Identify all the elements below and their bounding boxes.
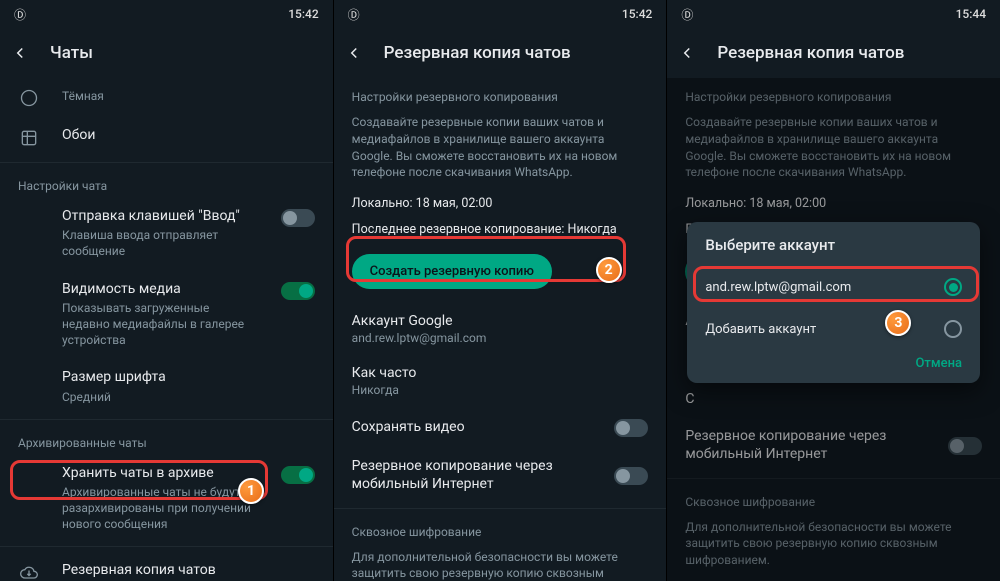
toggle-save-video[interactable] <box>614 419 648 437</box>
screen-dialog: Ⓓ 15:44 Резервная копия чатов Настройки … <box>667 0 1000 581</box>
section-backup-settings: Настройки резервного копирования <box>334 78 667 108</box>
wallpaper-icon <box>18 126 40 148</box>
row-backup[interactable]: Резервная копия чатов <box>0 551 333 581</box>
toggle-media-visibility[interactable] <box>281 282 315 300</box>
dialog-title: Выберите аккаунт <box>687 236 980 266</box>
local-info: Локально: 18 мая, 02:00 <box>334 187 667 219</box>
row-cellular-backup[interactable]: Резервное копирование через мобильный Ин… <box>334 447 667 503</box>
carrier-icon: Ⓓ <box>348 6 360 23</box>
row-theme[interactable]: Тёмная <box>0 78 333 116</box>
toggle-enter-send[interactable] <box>281 209 315 227</box>
account-option[interactable]: and.rew.lptw@gmail.com <box>687 266 980 308</box>
cloud-icon <box>18 561 40 581</box>
row-save-video[interactable]: Сохранять видео <box>334 407 667 447</box>
row-media-visibility[interactable]: Видимость медиа Показывать загруженные н… <box>0 270 333 359</box>
section-archive: Архивированные чаты <box>0 424 333 454</box>
screen-chats: Ⓓ 15:42 Чаты Тёмная Обои Настройки чата … <box>0 0 333 581</box>
badge-1: 1 <box>238 478 264 504</box>
toggle-keep-archived[interactable] <box>281 466 315 484</box>
back-icon[interactable] <box>10 43 30 63</box>
backup-description: Создавайте резервные копии ваших чатов и… <box>334 108 667 187</box>
theme-icon <box>18 86 40 108</box>
row-enter-send[interactable]: Отправка клавишей "Ввод" Клавиша ввода о… <box>0 197 333 270</box>
header: Чаты <box>0 28 333 78</box>
carrier-icon: Ⓓ <box>681 6 693 23</box>
add-account-option[interactable]: Добавить аккаунт <box>687 308 980 350</box>
screen-backup: Ⓓ 15:42 Резервная копия чатов Настройки … <box>334 0 667 581</box>
status-bar: Ⓓ 15:44 <box>667 0 1000 28</box>
toggle-cellular[interactable] <box>614 467 648 485</box>
badge-2: 2 <box>596 257 622 283</box>
section-e2e: Сквозное шифрование <box>334 513 667 543</box>
radio-unselected-icon <box>944 320 962 338</box>
row-wallpaper[interactable]: Обои <box>0 116 333 158</box>
status-time: 15:42 <box>288 7 318 21</box>
row-google-account[interactable]: Аккаунт Google and.rew.lptw@gmail.com <box>334 303 667 355</box>
page-title: Резервная копия чатов <box>717 43 904 63</box>
e2e-description: Для дополнительной безопасности вы может… <box>334 543 667 581</box>
back-icon[interactable] <box>344 43 364 63</box>
back-icon[interactable] <box>677 43 697 63</box>
header: Резервная копия чатов <box>667 28 1000 78</box>
status-bar: Ⓓ 15:42 <box>0 0 333 28</box>
section-chat-settings: Настройки чата <box>0 167 333 197</box>
create-backup-button[interactable]: Создать резервную копию <box>352 254 552 289</box>
row-font-size[interactable]: Размер шрифта Средний <box>0 358 333 414</box>
row-keep-archived[interactable]: Хранить чаты в архиве Архивированные чат… <box>0 454 333 543</box>
account-picker-dialog: Выберите аккаунт and.rew.lptw@gmail.com … <box>687 222 980 383</box>
page-title: Резервная копия чатов <box>384 43 571 63</box>
carrier-icon: Ⓓ <box>14 6 26 23</box>
page-title: Чаты <box>50 43 93 63</box>
status-time: 15:42 <box>622 7 652 21</box>
status-time: 15:44 <box>956 7 986 21</box>
status-bar: Ⓓ 15:42 <box>334 0 667 28</box>
radio-selected-icon <box>944 278 962 296</box>
cancel-button[interactable]: Отмена <box>915 356 962 371</box>
row-frequency[interactable]: Как часто Никогда <box>334 355 667 407</box>
last-backup-info: Последнее резервное копирование: Никогда <box>334 219 667 245</box>
header: Резервная копия чатов <box>334 28 667 78</box>
